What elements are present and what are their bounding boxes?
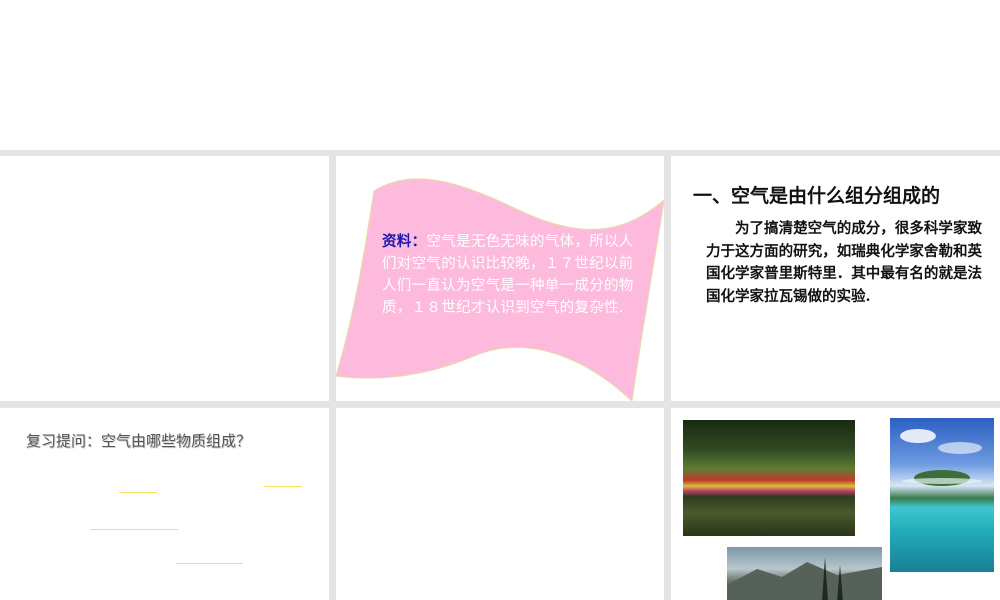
section-body-text: 为了搞清楚空气的成分，很多科学家致力于这方面的研究，如瑞典化学家舍勒和英国化学家… [706,220,982,305]
slide-thumbnail-3[interactable]: 一、空气是由什么组分组成的 为了搞清楚空气的成分，很多科学家致力于这方面的研究，… [671,156,1000,401]
slide-thumbnail-5[interactable] [336,408,664,600]
answer-blank-line [119,492,157,493]
answer-blank-line [90,529,178,530]
answer-blank-line [264,486,302,487]
tropical-island-photo [890,418,994,572]
section-heading: 一、空气是由什么组分组成的 [693,185,941,207]
mountain-landscape-photo [727,547,882,600]
island-silhouette [900,429,982,486]
review-question: 复习提问：空气由哪些物质组成？ [26,432,252,450]
slide-thumbnail-6[interactable] [671,408,1000,600]
answer-blank-line [176,563,243,564]
slide-thumbnail-2[interactable]: 资料：空气是无色无味的气体，所以人们对空气的认识比较晚，１７世纪以前人们一直认为… [336,156,664,401]
garden-lake-photo [683,420,855,536]
slide-thumbnail-1[interactable] [0,156,329,401]
resource-label: 资料： [382,233,427,250]
slide-thumbnail-grid: 资料：空气是无色无味的气体，所以人们对空气的认识比较晚，１７世纪以前人们一直认为… [0,150,1000,600]
mountain-silhouette [727,557,882,600]
slide-thumbnail-4[interactable]: 复习提问：空气由哪些物质组成？ [0,408,329,600]
resource-note: 资料：空气是无色无味的气体，所以人们对空气的认识比较晚，１７世纪以前人们一直认为… [382,231,640,319]
